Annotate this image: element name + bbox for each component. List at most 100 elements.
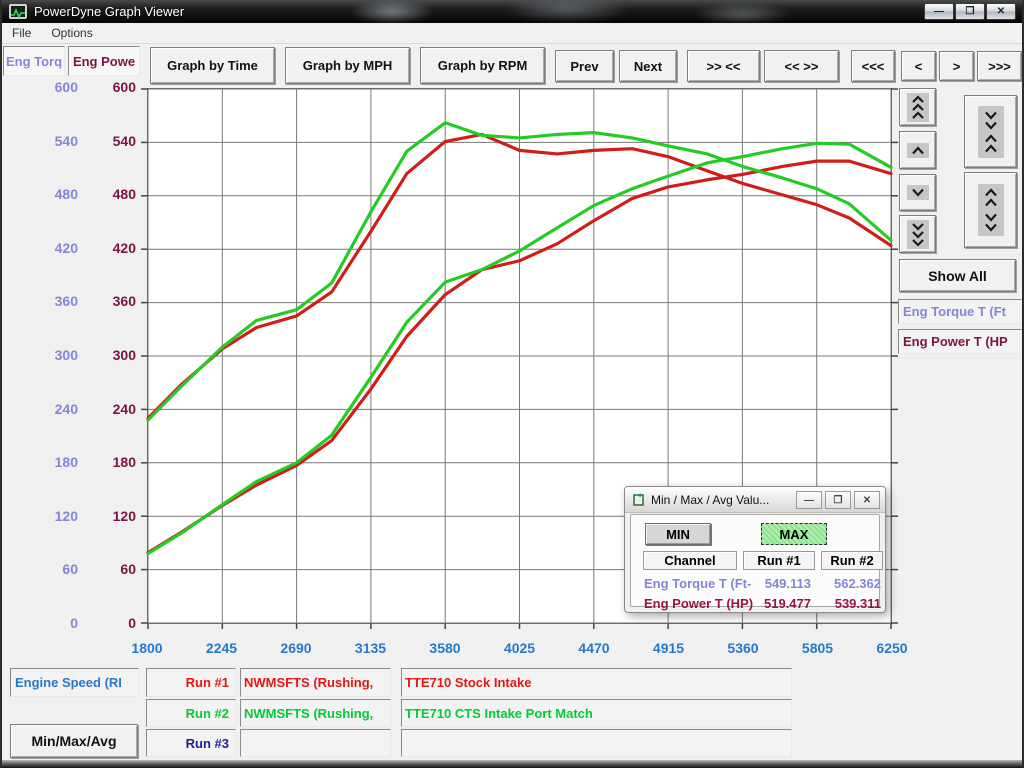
min-max-avg-button[interactable]: Min/Max/Avg bbox=[10, 724, 138, 758]
legend-eng-torque[interactable]: Eng Torque T (Ft bbox=[898, 299, 1022, 324]
max-tab-button[interactable]: MAX bbox=[761, 523, 827, 545]
power-y-tick-label: 0 bbox=[82, 615, 136, 631]
minmax-title-bar[interactable]: Min / Max / Avg Valu... — ❐ ✕ bbox=[625, 487, 885, 513]
graph-by-time-button[interactable]: Graph by Time bbox=[150, 47, 275, 84]
window-title: PowerDyne Graph Viewer bbox=[34, 4, 184, 19]
min-tab-button[interactable]: MIN bbox=[645, 523, 711, 545]
app-icon bbox=[9, 4, 27, 19]
torque-y-tick-label: 420 bbox=[20, 240, 78, 256]
run1-label-box: Run #1 bbox=[146, 668, 236, 697]
title-bar: PowerDyne Graph Viewer — ❐ ✕ bbox=[2, 0, 1022, 23]
rpm-x-tick-label: 6250 bbox=[857, 640, 927, 656]
torque-y-tick-label: 240 bbox=[20, 401, 78, 417]
run3-label: Run #3 bbox=[186, 736, 229, 751]
run2-dyno-box: NWMSFTS (Rushing, bbox=[240, 699, 391, 727]
scroll-right-fast-button[interactable]: >>> bbox=[977, 51, 1022, 81]
run3-label-box: Run #3 bbox=[146, 729, 236, 757]
menu-bar: File Options bbox=[2, 23, 1022, 44]
run2-description-box: TTE710 CTS Intake Port Match bbox=[401, 699, 792, 727]
run3-description-box bbox=[401, 729, 792, 757]
channel-toggle-eng-torque[interactable]: Eng Torq bbox=[3, 46, 65, 76]
torque-y-tick-label: 540 bbox=[20, 133, 78, 149]
minmax-window-title: Min / Max / Avg Valu... bbox=[651, 493, 769, 507]
up-chevron-icon bbox=[907, 143, 929, 158]
run2-description: TTE710 CTS Intake Port Match bbox=[405, 706, 593, 721]
channel-toggle-eng-power[interactable]: Eng Powe bbox=[68, 46, 140, 76]
triple-up-chevron-icon bbox=[907, 93, 929, 122]
menu-options[interactable]: Options bbox=[41, 26, 102, 40]
legend-eng-power[interactable]: Eng Power T (HP bbox=[898, 329, 1022, 354]
power-y-tick-label: 60 bbox=[82, 561, 136, 577]
rpm-x-tick-label: 5805 bbox=[783, 640, 853, 656]
down-chevron-icon bbox=[907, 185, 929, 200]
down-chevron-button[interactable] bbox=[899, 174, 936, 211]
run1-description: TTE710 Stock Intake bbox=[405, 675, 531, 690]
power-y-tick-label: 300 bbox=[82, 347, 136, 363]
run1-column-header[interactable]: Run #1 bbox=[743, 551, 815, 570]
run1-description-box: TTE710 Stock Intake bbox=[401, 668, 792, 697]
minmax-close-button[interactable]: ✕ bbox=[854, 491, 880, 509]
legend-eng-power-label: Eng Power T (HP bbox=[903, 334, 1008, 349]
minmax-minimize-button[interactable]: — bbox=[796, 491, 822, 509]
next-button[interactable]: Next bbox=[619, 50, 677, 82]
close-button[interactable]: ✕ bbox=[986, 3, 1016, 20]
minmax-body: MIN MAX Channel Run #1 Run #2 Eng Torque… bbox=[630, 514, 880, 607]
rpm-x-tick-label: 5360 bbox=[708, 640, 778, 656]
titlebar-glass-reflection bbox=[182, 0, 882, 23]
minimize-button[interactable]: — bbox=[924, 3, 954, 20]
minmax-window-icon bbox=[633, 493, 646, 506]
run2-column-header[interactable]: Run #2 bbox=[821, 551, 883, 570]
prev-button[interactable]: Prev bbox=[555, 50, 614, 82]
graph-by-mph-button[interactable]: Graph by MPH bbox=[285, 47, 410, 84]
power-row-run2-max: 539.311 bbox=[817, 595, 881, 611]
torque-y-tick-label: 0 bbox=[20, 615, 78, 631]
channel-toggle-label: Eng Powe bbox=[73, 54, 135, 69]
expand-y-scale-button[interactable] bbox=[964, 172, 1017, 248]
triple-up-chevron-button[interactable] bbox=[899, 88, 936, 126]
zoom-in-x-button[interactable]: >> << bbox=[687, 50, 760, 82]
x-axis-channel-box: Engine Speed (RI bbox=[10, 668, 139, 697]
torque-row-run2-max: 562.362 bbox=[817, 575, 881, 591]
power-y-tick-label: 240 bbox=[82, 401, 136, 417]
menu-file[interactable]: File bbox=[2, 26, 41, 40]
run2-dyno-label: NWMSFTS (Rushing, bbox=[244, 706, 373, 721]
triple-down-chevron-icon bbox=[907, 220, 929, 249]
power-y-tick-label: 480 bbox=[82, 186, 136, 202]
scroll-left-button[interactable]: < bbox=[901, 51, 936, 81]
torque-y-tick-label: 60 bbox=[20, 561, 78, 577]
channel-column-header[interactable]: Channel bbox=[643, 551, 737, 570]
power-y-tick-label: 420 bbox=[82, 240, 136, 256]
torque-row-channel: Eng Torque T (Ft- bbox=[644, 575, 754, 591]
power-y-tick-label: 360 bbox=[82, 293, 136, 309]
power-row-run1-max: 519.477 bbox=[741, 595, 811, 611]
minmax-restore-button[interactable]: ❐ bbox=[825, 491, 851, 509]
power-y-tick-label: 600 bbox=[82, 79, 136, 95]
power-y-tick-label: 180 bbox=[82, 454, 136, 470]
run1-dyno-box: NWMSFTS (Rushing, bbox=[240, 668, 391, 697]
rpm-x-tick-label: 2690 bbox=[261, 640, 331, 656]
zoom-out-x-button[interactable]: << >> bbox=[764, 50, 839, 82]
scroll-right-button[interactable]: > bbox=[939, 51, 974, 81]
channel-toggle-label: Eng Torq bbox=[6, 54, 62, 69]
collapse-vertical-icon bbox=[978, 106, 1004, 158]
rpm-x-tick-label: 4915 bbox=[634, 640, 704, 656]
torque-y-tick-label: 300 bbox=[20, 347, 78, 363]
collapse-y-scale-button[interactable] bbox=[964, 95, 1017, 168]
graph-by-rpm-button[interactable]: Graph by RPM bbox=[420, 47, 545, 84]
rpm-x-tick-label: 2245 bbox=[187, 640, 257, 656]
expand-vertical-icon bbox=[978, 184, 1004, 236]
show-all-button[interactable]: Show All bbox=[899, 259, 1016, 292]
rpm-x-tick-label: 3135 bbox=[336, 640, 406, 656]
rpm-x-tick-label: 3580 bbox=[410, 640, 480, 656]
run1-dyno-label: NWMSFTS (Rushing, bbox=[244, 675, 373, 690]
restore-button[interactable]: ❐ bbox=[955, 3, 985, 20]
power-y-tick-label: 120 bbox=[82, 508, 136, 524]
scroll-left-fast-button[interactable]: <<< bbox=[851, 50, 895, 82]
torque-y-tick-label: 120 bbox=[20, 508, 78, 524]
triple-down-chevron-button[interactable] bbox=[899, 215, 936, 253]
minmax-window[interactable]: Min / Max / Avg Valu... — ❐ ✕ MIN MAX Ch… bbox=[624, 486, 886, 613]
up-chevron-button[interactable] bbox=[899, 131, 936, 169]
x-axis-channel-label: Engine Speed (RI bbox=[15, 675, 122, 690]
torque-row-run1-max: 549.113 bbox=[741, 575, 811, 591]
legend-eng-torque-label: Eng Torque T (Ft bbox=[903, 304, 1006, 319]
